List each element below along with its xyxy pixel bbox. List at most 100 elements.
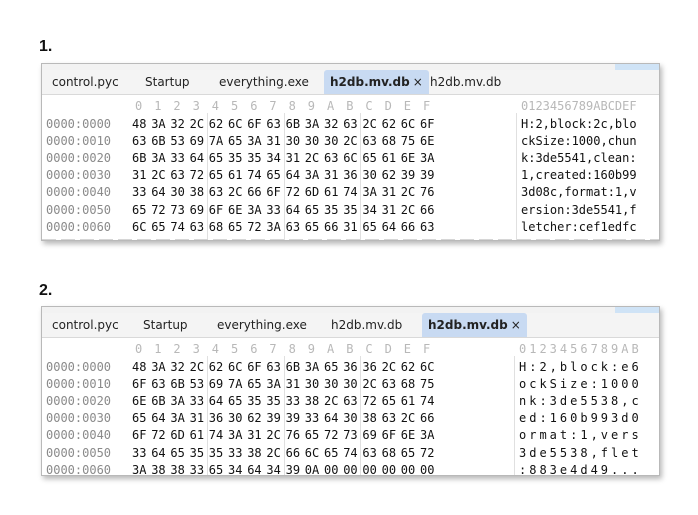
hex-byte[interactable]: 36 (343, 360, 357, 374)
hex-byte[interactable]: 31 (132, 168, 146, 182)
hex-byte[interactable]: 63 (132, 134, 146, 148)
hex-byte[interactable]: 39 (420, 168, 434, 182)
hex-byte[interactable]: 33 (305, 411, 319, 425)
ascii-text[interactable]: 3de5538,flet (519, 446, 642, 460)
hex-byte[interactable]: 64 (151, 411, 165, 425)
hex-byte[interactable]: 65 (324, 446, 338, 460)
hex-byte[interactable]: 33 (170, 151, 184, 165)
hex-byte[interactable]: 65 (324, 360, 338, 374)
hex-byte[interactable]: 63 (190, 220, 204, 234)
hex-byte[interactable]: 6C (305, 446, 319, 460)
hex-byte[interactable]: 6D (305, 185, 319, 199)
hex-byte[interactable]: 3A (420, 151, 434, 165)
ascii-text[interactable]: nk:3de5538,c (519, 394, 642, 408)
hex-byte[interactable]: 73 (343, 428, 357, 442)
hex-byte[interactable]: 2C (401, 185, 415, 199)
hex-byte[interactable]: 69 (190, 203, 204, 217)
hex-byte[interactable]: 53 (190, 377, 204, 391)
hex-byte[interactable]: 6B (151, 134, 165, 148)
hex-byte[interactable]: 2C (190, 117, 204, 131)
hex-byte[interactable]: 00 (362, 463, 376, 475)
hex-byte[interactable]: 2C (305, 151, 319, 165)
hex-byte[interactable]: 38 (362, 411, 376, 425)
hex-byte[interactable]: 3A (247, 203, 261, 217)
hex-byte[interactable]: 72 (190, 168, 204, 182)
hex-byte[interactable]: 3A (151, 360, 165, 374)
hex-byte[interactable]: 64 (382, 220, 396, 234)
hex-byte[interactable]: 65 (401, 446, 415, 460)
hex-byte[interactable]: 36 (362, 360, 376, 374)
hex-byte[interactable]: 3A (151, 117, 165, 131)
hex-byte[interactable]: 6F (209, 203, 223, 217)
hex-byte[interactable]: 38 (190, 185, 204, 199)
hex-byte[interactable]: 64 (151, 185, 165, 199)
hex-byte[interactable]: 00 (382, 463, 396, 475)
hex-byte[interactable]: 6F (382, 428, 396, 442)
hex-byte[interactable]: 00 (343, 463, 357, 475)
hex-byte[interactable]: 63 (362, 134, 376, 148)
hex-byte[interactable]: 69 (362, 428, 376, 442)
ascii-text[interactable]: ockSize:1000 (519, 377, 642, 391)
close-icon[interactable]: × (511, 318, 521, 332)
hex-byte[interactable]: 30 (343, 411, 357, 425)
hex-byte[interactable]: 65 (209, 151, 223, 165)
hex-byte[interactable]: 6C (132, 220, 146, 234)
hex-byte[interactable]: 6E (132, 394, 146, 408)
ascii-text[interactable]: ckSize:1000,chun (521, 134, 637, 148)
hex-byte[interactable]: 68 (382, 134, 396, 148)
hex-byte[interactable]: 30 (362, 168, 376, 182)
hex-byte[interactable]: 65 (247, 377, 261, 391)
hex-byte[interactable]: 30 (305, 134, 319, 148)
hex-byte[interactable]: 76 (286, 428, 300, 442)
ascii-text[interactable]: k:3de5541,clean: (521, 151, 637, 165)
hex-byte[interactable]: 65 (132, 203, 146, 217)
close-icon[interactable]: × (413, 75, 423, 89)
hex-byte[interactable]: 6B (151, 394, 165, 408)
hex-byte[interactable]: 72 (324, 428, 338, 442)
hex-byte[interactable]: 30 (286, 134, 300, 148)
hex-byte[interactable]: 30 (305, 377, 319, 391)
ascii-text[interactable]: ormat:1,vers (519, 428, 642, 442)
hex-byte[interactable]: 00 (420, 463, 434, 475)
hex-byte[interactable]: 3A (151, 151, 165, 165)
hex-byte[interactable]: 31 (324, 168, 338, 182)
hex-byte[interactable]: 31 (382, 185, 396, 199)
hex-byte[interactable]: 63 (324, 151, 338, 165)
hex-byte[interactable]: 2C (266, 428, 280, 442)
tab-startup[interactable]: Startup (137, 313, 194, 337)
hex-byte[interactable]: 34 (266, 463, 280, 475)
hex-byte[interactable]: 33 (228, 446, 242, 460)
hex-byte[interactable]: 66 (286, 446, 300, 460)
hex-byte[interactable]: 66 (324, 220, 338, 234)
hex-byte[interactable]: 64 (324, 411, 338, 425)
hex-byte[interactable]: 48 (132, 117, 146, 131)
hex-byte[interactable]: 38 (151, 463, 165, 475)
hex-byte[interactable]: 65 (209, 463, 223, 475)
hex-byte[interactable]: 6C (420, 360, 434, 374)
hex-byte[interactable]: 63 (286, 220, 300, 234)
hex-byte[interactable]: 72 (151, 203, 165, 217)
hex-byte[interactable]: 65 (228, 394, 242, 408)
hex-byte[interactable]: 61 (190, 428, 204, 442)
hex-byte[interactable]: 69 (190, 134, 204, 148)
hex-byte[interactable]: 00 (324, 463, 338, 475)
hex-byte[interactable]: 6F (132, 428, 146, 442)
hex-byte[interactable]: 63 (362, 446, 376, 460)
hex-byte[interactable]: 62 (401, 360, 415, 374)
hex-byte[interactable]: 75 (401, 134, 415, 148)
hex-byte[interactable]: 3A (362, 185, 376, 199)
hex-byte[interactable]: 35 (190, 446, 204, 460)
hex-byte[interactable]: 66 (401, 220, 415, 234)
hex-byte[interactable]: 68 (382, 446, 396, 460)
hex-byte[interactable]: 64 (209, 394, 223, 408)
hex-byte[interactable]: 35 (247, 151, 261, 165)
hex-byte[interactable]: 35 (247, 394, 261, 408)
hex-byte[interactable]: 76 (420, 185, 434, 199)
hex-byte[interactable]: 33 (190, 463, 204, 475)
hex-byte[interactable]: 62 (247, 411, 261, 425)
hex-byte[interactable]: 31 (286, 377, 300, 391)
tab-h2db-mv-db[interactable]: h2db.mv.db × (422, 313, 527, 337)
hex-byte[interactable]: 64 (247, 463, 261, 475)
hex-byte[interactable]: 48 (132, 360, 146, 374)
hex-byte[interactable]: 6B (132, 151, 146, 165)
